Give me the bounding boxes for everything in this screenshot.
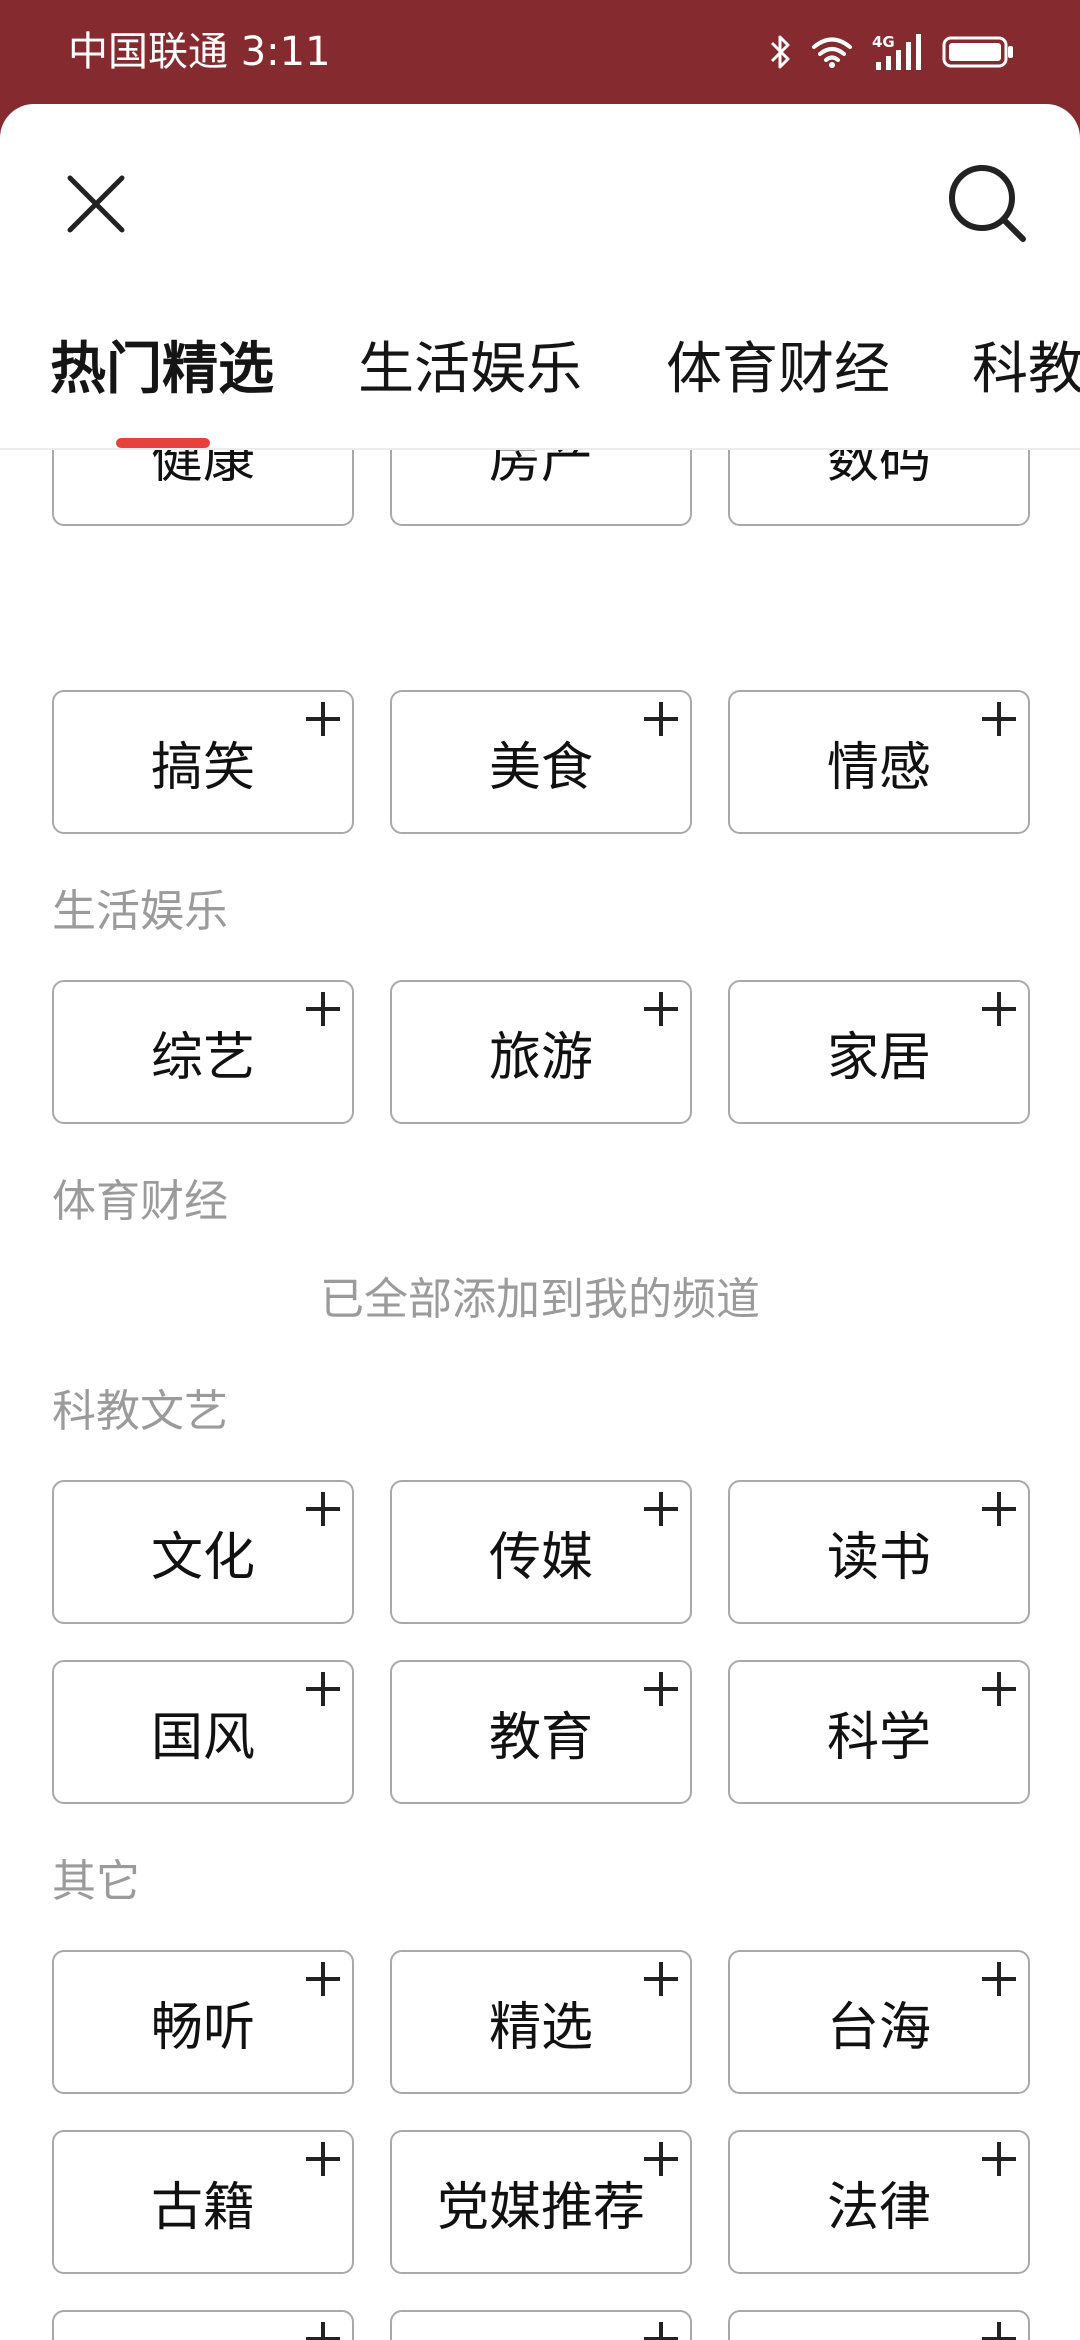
plus-icon <box>980 1490 1018 1528</box>
battery-icon <box>942 36 1013 68</box>
status-icons: 4G <box>770 30 1016 74</box>
section-title-sports: 体育财经 <box>52 1176 228 1227</box>
section-title-science: 科教文艺 <box>52 1386 228 1437</box>
bluetooth-icon <box>770 35 790 69</box>
plus-icon <box>304 1490 342 1528</box>
plus-icon <box>980 2320 1018 2340</box>
plus-icon <box>304 990 342 1028</box>
channel-chip[interactable]: 古籍 <box>52 2130 354 2274</box>
search-button[interactable] <box>940 156 1036 252</box>
channel-chip[interactable]: 台海 <box>728 1950 1030 2094</box>
channel-chip[interactable]: 综艺 <box>52 980 354 1124</box>
plus-icon <box>642 700 680 738</box>
plus-icon <box>304 1960 342 1998</box>
channel-chip[interactable]: 党媒推荐 <box>390 2130 692 2274</box>
plus-icon <box>980 700 1018 738</box>
channel-chip[interactable]: 传媒 <box>390 1480 692 1624</box>
section-title-other: 其它 <box>52 1856 140 1907</box>
chip-label: 房产 <box>488 450 593 490</box>
channel-chip[interactable]: 国风 <box>52 1660 354 1804</box>
carrier-time: 中国联通 3:11 <box>68 29 331 75</box>
channel-chip[interactable]: 健康 <box>52 450 354 526</box>
channel-chip[interactable]: 动漫 <box>728 2310 1030 2340</box>
wifi-icon <box>812 37 852 68</box>
channel-chip[interactable]: 法律 <box>728 2130 1030 2274</box>
plus-icon <box>980 1670 1018 1708</box>
channel-chip[interactable]: 科学 <box>728 1660 1030 1804</box>
chip-label: 健康 <box>150 450 255 490</box>
plus-icon <box>642 2140 680 2178</box>
channel-chip[interactable]: 情感 <box>728 690 1030 834</box>
signal-4g-icon: 4G <box>872 33 921 70</box>
tab-sports[interactable]: 体育财经 <box>666 330 890 410</box>
plus-icon <box>642 990 680 1028</box>
svg-text:4G: 4G <box>872 33 895 51</box>
search-icon <box>949 165 1026 242</box>
plus-icon <box>642 1670 680 1708</box>
plus-icon <box>304 2140 342 2178</box>
channel-chip[interactable]: 数码 <box>728 450 1030 526</box>
close-icon <box>67 175 125 233</box>
plus-icon <box>642 2320 680 2340</box>
channel-chip[interactable]: 搞笑 <box>52 690 354 834</box>
channel-chip[interactable]: 读书 <box>728 1480 1030 1624</box>
section-title-life: 生活娱乐 <box>52 886 228 937</box>
plus-icon <box>304 2320 342 2340</box>
channel-chip[interactable]: 漫画 <box>390 2310 692 2340</box>
status-bar: 中国联通 3:11 4G <box>0 0 1080 104</box>
plus-icon <box>304 1670 342 1708</box>
chip-label: 数码 <box>826 450 931 490</box>
channel-chip[interactable]: 房产 <box>390 450 692 526</box>
category-tabs: 热门精选 生活娱乐 体育财经 科教 <box>0 304 1080 450</box>
channel-chip[interactable]: 美食 <box>390 690 692 834</box>
channel-sheet: 热门精选 生活娱乐 体育财经 科教 健康 房产 数码 搞笑 美食 情感 生活娱乐… <box>0 104 1080 2340</box>
plus-icon <box>980 1960 1018 1998</box>
channel-chip[interactable]: 畅听 <box>52 1950 354 2094</box>
channel-chip[interactable]: 精选 <box>390 1950 692 2094</box>
channel-list[interactable]: 健康 房产 数码 搞笑 美食 情感 生活娱乐 综艺 旅游 家居 体育财经 已全部… <box>0 450 1080 2340</box>
tab-hot[interactable]: 热门精选 <box>50 330 274 410</box>
sheet-header <box>0 104 1080 294</box>
plus-icon <box>304 700 342 738</box>
channel-chip[interactable]: 家居 <box>728 980 1030 1124</box>
tab-science[interactable]: 科教 <box>972 330 1080 410</box>
close-button[interactable] <box>54 162 138 246</box>
empty-state-text: 已全部添加到我的频道 <box>320 1274 760 1325</box>
plus-icon <box>642 1960 680 1998</box>
active-tab-indicator <box>116 438 210 448</box>
channel-chip[interactable]: 教育 <box>390 1660 692 1804</box>
channel-chip[interactable]: 旅游 <box>390 980 692 1124</box>
channel-chip[interactable]: 文化 <box>52 1480 354 1624</box>
plus-icon <box>642 1490 680 1528</box>
tab-life[interactable]: 生活娱乐 <box>358 330 582 410</box>
channel-chip[interactable]: 政法 <box>52 2310 354 2340</box>
plus-icon <box>980 990 1018 1028</box>
plus-icon <box>980 2140 1018 2178</box>
